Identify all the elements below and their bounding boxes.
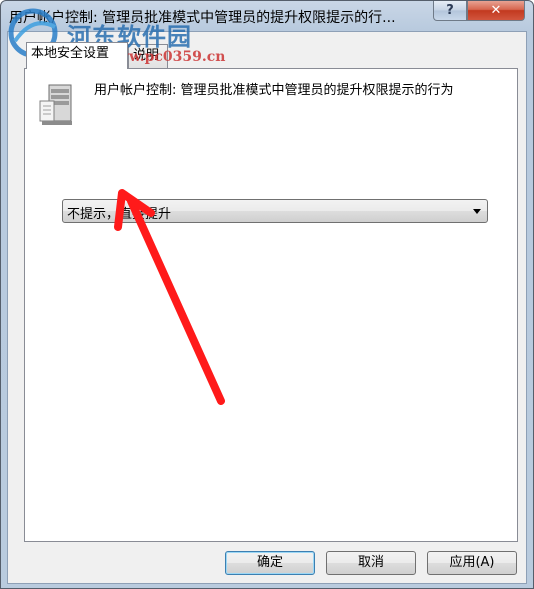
tab-local-security-setting[interactable]: 本地安全设置: [26, 42, 128, 69]
dialog-body: 本地安全设置 说明 用户帐户控制: 管理员批准模式中管理员的提升权限提示的行为 …: [7, 31, 527, 584]
tab-explain[interactable]: 说明: [128, 44, 168, 68]
close-button[interactable]: ✕: [467, 1, 525, 21]
server-icon: [39, 84, 72, 125]
ok-button[interactable]: 确定: [225, 551, 315, 575]
policy-dialog: 用户帐户控制: 管理员批准模式中管理员的提升权限提示的行... ? ✕ 本地安全…: [0, 0, 534, 589]
cancel-button[interactable]: 取消: [326, 551, 416, 575]
apply-button[interactable]: 应用(A): [427, 551, 517, 575]
prompt-behavior-dropdown[interactable]: 不提示，直接提升: [62, 199, 488, 223]
window-title: 用户帐户控制: 管理员批准模式中管理员的提升权限提示的行...: [9, 10, 396, 26]
chevron-down-icon: [473, 209, 481, 214]
title-bar[interactable]: 用户帐户控制: 管理员批准模式中管理员的提升权限提示的行... ? ✕: [1, 1, 533, 31]
dropdown-selected-value: 不提示，直接提升: [67, 207, 172, 222]
policy-description: 用户帐户控制: 管理员批准模式中管理员的提升权限提示的行为: [94, 83, 454, 98]
help-button[interactable]: ?: [433, 1, 467, 21]
tab-panel: 用户帐户控制: 管理员批准模式中管理员的提升权限提示的行为 不提示，直接提升: [24, 68, 518, 542]
